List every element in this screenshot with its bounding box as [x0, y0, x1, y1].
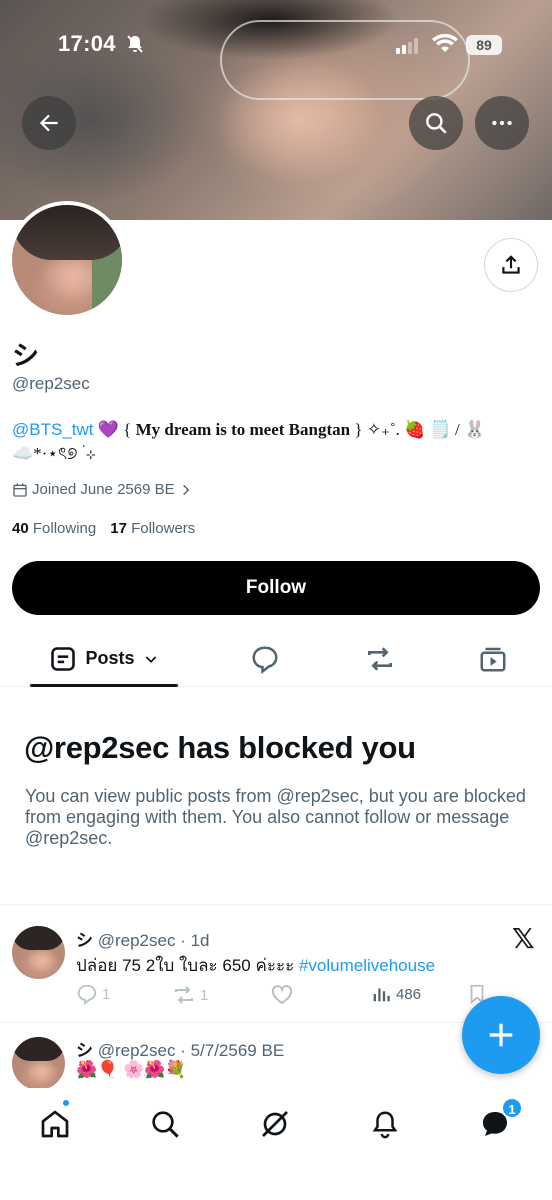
search-icon [426, 113, 447, 134]
bell-icon [372, 1111, 398, 1139]
avatar-hair [12, 205, 122, 260]
repost-count: 1 [200, 986, 209, 1004]
bar-chart-icon [373, 988, 390, 1002]
battery-indicator: 89 [466, 35, 502, 55]
post-author-name[interactable]: シ [76, 931, 93, 950]
followers-label: Followers [131, 520, 196, 537]
blocked-description: You can view public posts from @rep2sec,… [25, 786, 526, 848]
chevron-down-icon [145, 655, 156, 663]
share-button[interactable] [484, 238, 538, 292]
tab-replies[interactable] [240, 630, 290, 687]
share-upload-icon [502, 255, 520, 274]
followers-count: 17 [110, 520, 127, 537]
views-action[interactable]: 486 [370, 983, 421, 1005]
profile-display-name: シ [12, 341, 39, 371]
messages-badge: 1 [501, 1097, 523, 1119]
tab-posts-label: Posts [85, 648, 135, 668]
post-avatar-hair [12, 926, 65, 950]
nav-search[interactable] [145, 1104, 185, 1144]
post-actions: 1 1 486 [76, 983, 496, 1007]
post-avatar[interactable] [12, 926, 65, 979]
media-icon [480, 647, 506, 671]
blocked-title: @rep2sec has blocked you [24, 730, 416, 765]
wifi-icon [432, 34, 458, 52]
search-button[interactable] [409, 96, 463, 150]
views-count: 486 [396, 985, 422, 1003]
post-text: ปล่อย 75 2ใบ ใบละ 650 ค่ะะะ #volumeliveh… [76, 952, 435, 979]
reply-bubble-icon [252, 645, 278, 674]
more-options-button[interactable] [475, 96, 529, 150]
bell-muted-icon [127, 35, 143, 53]
post-avatar-hair [12, 1037, 65, 1061]
joined-date[interactable]: Joined June 2569 BE [12, 481, 193, 498]
followers-link[interactable]: 17 Followers [110, 520, 195, 537]
profile-avatar[interactable] [8, 201, 126, 319]
compose-post-button[interactable] [462, 996, 540, 1074]
post-meta: シ @rep2sec · 1d [76, 926, 210, 951]
more-dots-icon [492, 120, 512, 126]
nav-grok[interactable] [255, 1104, 295, 1144]
reply-count: 1 [102, 985, 111, 1003]
search-icon [152, 1111, 179, 1138]
section-divider [0, 904, 552, 905]
back-button[interactable] [22, 96, 76, 150]
profile-tabs: Posts [0, 630, 552, 687]
bio-bold-text: My dream is to meet Bangtan [135, 420, 351, 439]
heart-icon [271, 985, 293, 1005]
post-meta: シ @rep2sec · 5/7/2569 BE [76, 1036, 284, 1061]
cellular-signal-icon [396, 38, 418, 54]
tab-reposts[interactable] [355, 630, 405, 687]
tab-posts[interactable]: Posts [30, 630, 178, 687]
post-text: 🌺🎈 🌸🌺💐 [76, 1060, 187, 1079]
posts-tab-icon [51, 646, 76, 671]
x-logo-icon: 𝕏 [512, 922, 535, 955]
joined-text: Joined June 2569 BE [32, 481, 175, 498]
post-avatar[interactable] [12, 1037, 65, 1090]
repost-action[interactable]: 1 [172, 983, 208, 1007]
arrow-left-icon [39, 114, 58, 132]
home-icon [41, 1110, 69, 1138]
nav-notifications[interactable] [365, 1104, 405, 1144]
following-count: 40 [12, 520, 29, 537]
follow-counts: 40 Following 17 Followers [12, 520, 195, 537]
tab-media[interactable] [468, 630, 518, 687]
repost-icon [175, 986, 193, 1004]
calendar-icon [13, 482, 27, 497]
following-label: Following [32, 520, 97, 537]
post-body: ปล่อย 75 2ใบ ใบละ 650 ค่ะะะ [76, 956, 299, 975]
reply-action[interactable]: 1 [76, 983, 110, 1005]
home-notification-dot [61, 1098, 71, 1108]
bio-line-2: ☁️*·⋆ৎ୭ ࣪ ⊹ [12, 444, 96, 463]
status-bar: 17:04 89 [0, 0, 552, 90]
post-handle-time: @rep2sec · 5/7/2569 BE [97, 1041, 285, 1060]
plus-icon [489, 1023, 513, 1047]
follow-button[interactable]: Follow [12, 561, 540, 615]
bio-text-2: } ✧₊˚. 🍓 🗒️ / 🐰 [350, 420, 486, 439]
bottom-navigation: 1 [0, 1088, 552, 1200]
post-author-name[interactable]: シ [76, 1041, 93, 1060]
grok-icon [262, 1111, 288, 1137]
post-hashtag[interactable]: #volumelivehouse [299, 956, 435, 975]
following-link[interactable]: 40 Following [12, 520, 96, 537]
nav-home[interactable] [35, 1104, 75, 1144]
post-handle-time: @rep2sec · 1d [97, 931, 210, 950]
profile-handle: @rep2sec [12, 374, 90, 393]
reply-icon [77, 984, 97, 1005]
chevron-right-icon [182, 484, 189, 495]
bio-text-1: 💜 { [93, 420, 136, 439]
bio-mention-link[interactable]: @BTS_twt [12, 420, 94, 439]
status-time: 17:04 [58, 31, 116, 56]
profile-bio: @BTS_twt 💜 { My dream is to meet Bangtan… [12, 418, 538, 466]
like-action[interactable] [270, 983, 294, 1007]
repost-icon [368, 646, 392, 671]
